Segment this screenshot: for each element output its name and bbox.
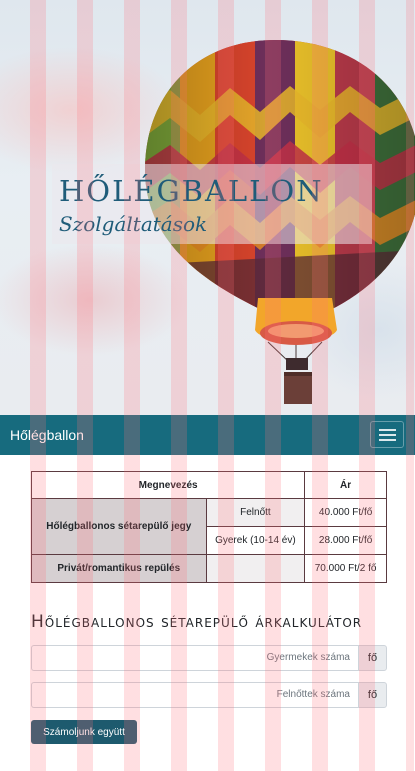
navbar-brand[interactable]: Hőlégballon (10, 427, 84, 443)
table-cell-price: 40.000 Ft/fő (304, 498, 387, 527)
adults-unit-label: fő (358, 682, 387, 708)
table-cell-price: 28.000 Ft/fő (304, 526, 387, 555)
calculate-button[interactable]: Számoljunk együtt (31, 720, 137, 744)
table-cell-name: Hőlégballonos sétarepülő jegy (31, 498, 207, 555)
hamburger-icon (379, 429, 396, 431)
hero-subtitle: Szolgáltatások (59, 212, 208, 236)
navbar: Hőlégballon (0, 415, 415, 455)
children-unit-label: fő (358, 645, 387, 671)
calculator-title: Hőlégballonos sétarepülő árkalkulátor (31, 612, 363, 632)
children-count-group: Gyermekek száma fő (31, 645, 387, 671)
table-cell-price: 70.000 Ft/2 fő (304, 554, 387, 583)
children-count-input[interactable]: Gyermekek száma (31, 645, 358, 671)
price-table: Megnevezés Ár Hőlégballonos sétarepülő j… (30, 471, 387, 583)
hero-banner: HŐLÉGBALLON Szolgáltatások (0, 0, 415, 415)
table-header-row: Megnevezés Ár (30, 471, 387, 499)
table-cell-variant: Gyerek (10-14 év) (205, 526, 306, 555)
table-cell-name: Privát/romantikus repülés (31, 554, 207, 583)
table-header-price: Ár (304, 471, 387, 499)
hero-title: HŐLÉGBALLON (59, 174, 324, 208)
table-header-name: Megnevezés (30, 471, 306, 499)
adults-count-input[interactable]: Felnőttek száma (31, 682, 358, 708)
table-cell-variant: Felnőtt (205, 498, 306, 527)
navbar-toggler-button[interactable] (370, 421, 404, 448)
hamburger-icon (379, 439, 396, 441)
hamburger-icon (379, 434, 396, 436)
table-row: Hőlégballonos sétarepülő jegy Felnőtt 40… (31, 498, 387, 555)
table-row: Privát/romantikus repülés 70.000 Ft/2 fő (31, 554, 387, 583)
adults-count-group: Felnőttek száma fő (31, 682, 387, 708)
table-cell-variant (205, 554, 306, 583)
